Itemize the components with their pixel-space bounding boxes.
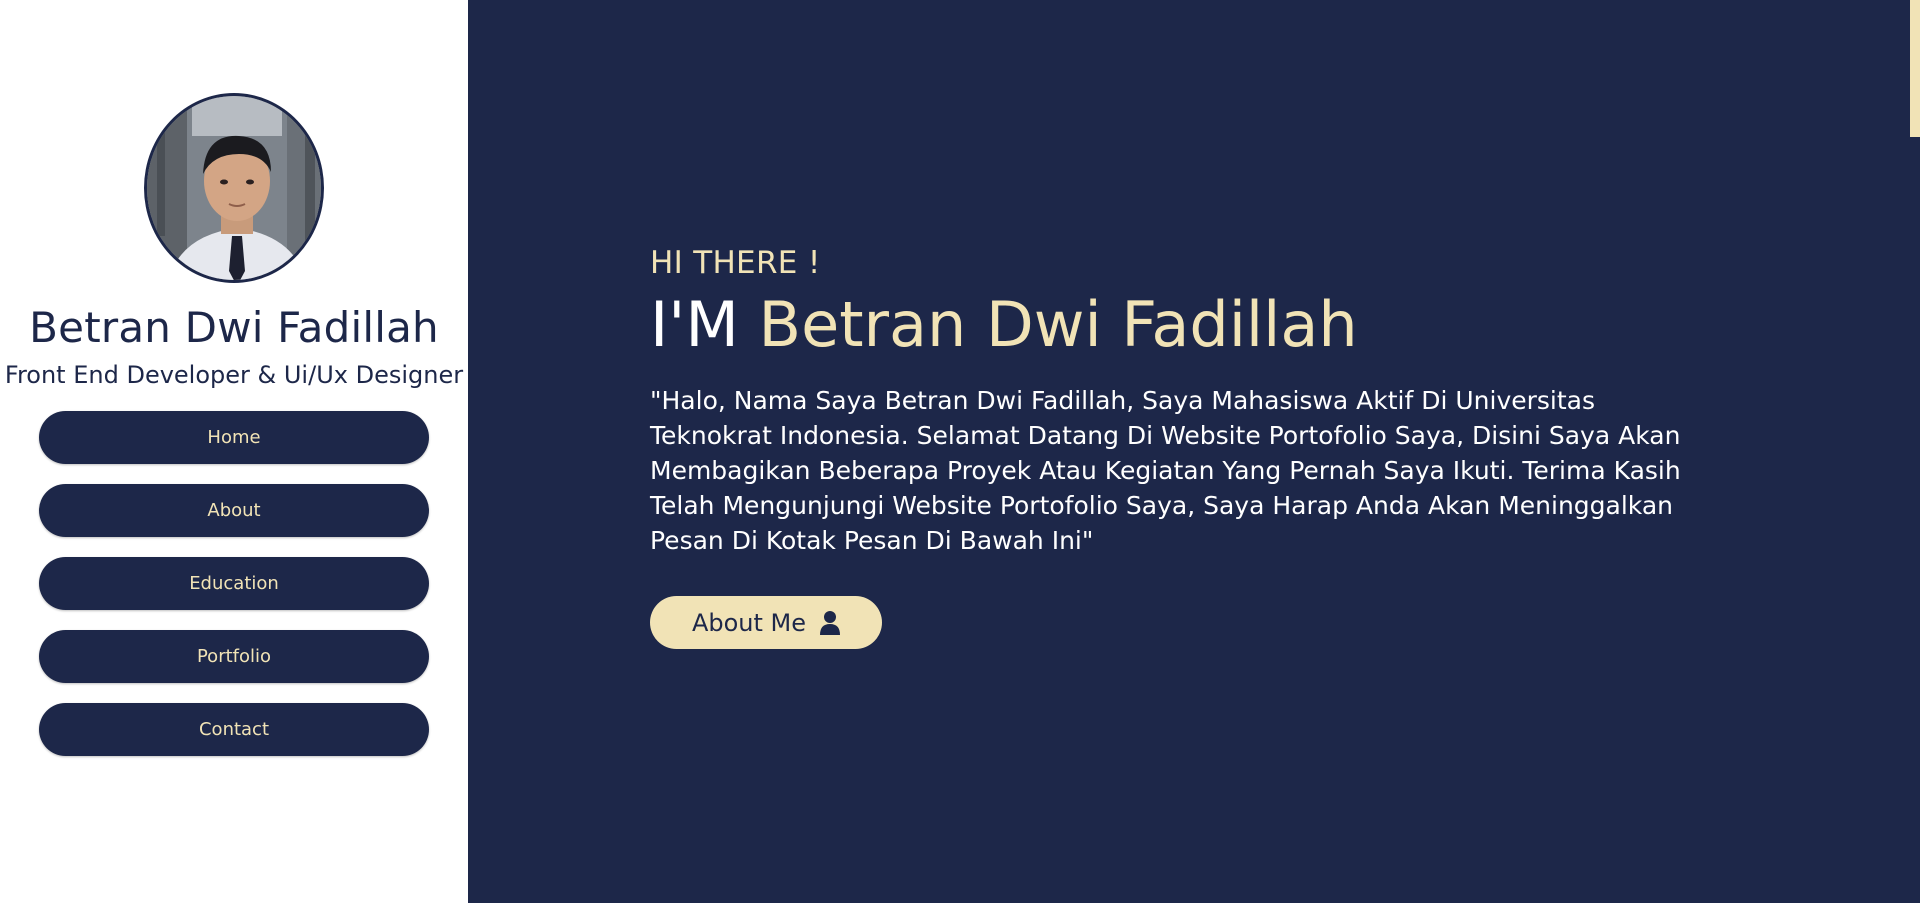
hero-section: HI THERE ! I'M Betran Dwi Fadillah "Halo… [468,0,1920,903]
avatar-photo [147,96,321,280]
page: Betran Dwi Fadillah Front End Developer … [0,0,1920,903]
nav-item-about[interactable]: About [39,484,429,538]
headline-prefix: I'M [650,288,759,361]
hero-intro: "Halo, Nama Saya Betran Dwi Fadillah, Sa… [650,386,1681,556]
avatar [144,93,324,283]
nav-item-home[interactable]: Home [39,411,429,465]
nav-item-contact[interactable]: Contact [39,703,429,757]
about-me-label: About Me [691,608,807,637]
sidebar: Betran Dwi Fadillah Front End Developer … [0,0,468,903]
profile-role: Front End Developer & Ui/Ux Designer [4,361,464,390]
nav-item-portfolio[interactable]: Portfolio [39,630,429,684]
nav-item-education[interactable]: Education [39,557,429,611]
headline-name: Betran Dwi Fadillah [758,288,1358,361]
hero-greeting: HI THERE ! [650,245,821,281]
sidebar-nav: Home About Education Portfolio Contact [39,411,429,757]
about-me-button[interactable]: About Me [650,596,882,650]
profile-name: Betran Dwi Fadillah [29,303,439,352]
user-icon [820,610,841,635]
hero-headline: I'M Betran Dwi Fadillah [650,288,1920,361]
scrollbar-thumb[interactable] [1910,0,1920,137]
